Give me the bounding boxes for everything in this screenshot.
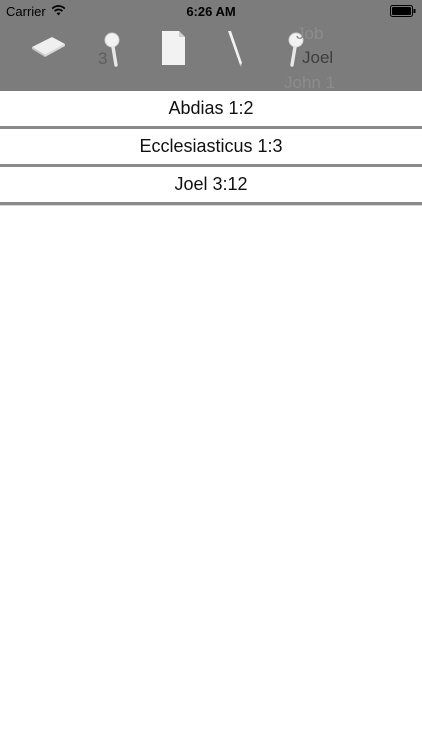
list-item[interactable]: Joel 3:12 bbox=[0, 167, 422, 205]
bookmark-list: Abdias 1:2 Ecclesiasticus 1:3 Joel 3:12 bbox=[0, 91, 422, 205]
toolbar: 3 Job Joel John 1 bbox=[0, 22, 422, 91]
list-item[interactable]: Abdias 1:2 bbox=[0, 91, 422, 129]
battery-icon bbox=[390, 5, 416, 17]
status-time: 6:26 AM bbox=[186, 4, 236, 19]
pen-icon[interactable] bbox=[214, 28, 254, 68]
book-picker-previous[interactable]: Job bbox=[296, 24, 323, 44]
list-item[interactable]: Ecclesiasticus 1:3 bbox=[0, 129, 422, 167]
chapter-picker-value[interactable]: 3 bbox=[98, 49, 107, 69]
book-picker-selected[interactable]: Joel bbox=[302, 48, 333, 68]
page-icon[interactable] bbox=[154, 28, 194, 68]
book-picker[interactable]: Job Joel John 1 bbox=[282, 22, 362, 91]
status-bar: Carrier 6:26 AM bbox=[0, 0, 422, 22]
book-picker-next[interactable]: John 1 bbox=[284, 73, 335, 91]
book-icon[interactable] bbox=[28, 28, 68, 68]
